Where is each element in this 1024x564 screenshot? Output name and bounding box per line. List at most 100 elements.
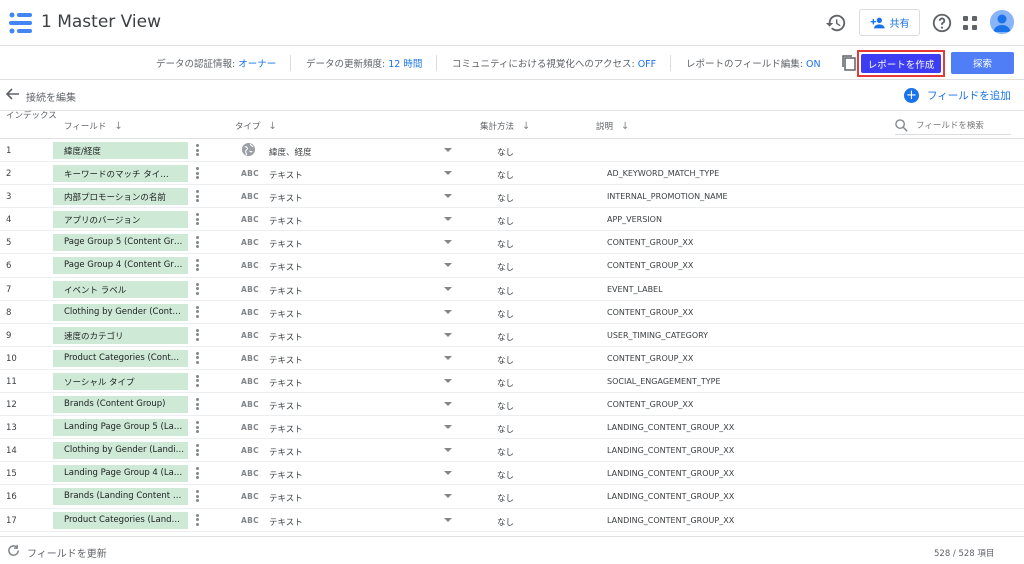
type-dropdown-arrow-icon[interactable] <box>444 171 452 176</box>
aggregation-value[interactable]: なし <box>497 192 514 204</box>
more-vert-icon[interactable] <box>194 444 200 457</box>
more-vert-icon[interactable] <box>194 236 200 249</box>
type-dropdown-arrow-icon[interactable] <box>444 425 452 430</box>
type-dropdown-arrow-icon[interactable] <box>444 263 452 268</box>
more-vert-icon[interactable] <box>194 374 200 388</box>
field-description[interactable]: SOCIAL_ENGAGEMENT_TYPE <box>607 377 721 386</box>
field-name-chip[interactable]: Clothing by Gender (Landi… <box>53 442 188 460</box>
aggregation-value[interactable]: なし <box>497 285 514 297</box>
field-description[interactable]: CONTENT_GROUP_XX <box>607 308 693 317</box>
field-type-label[interactable]: テキスト <box>269 261 303 273</box>
field-description[interactable]: LANDING_CONTENT_GROUP_XX <box>607 446 734 455</box>
sort-arrow-icon[interactable]: ↓ <box>114 121 122 132</box>
field-description[interactable]: LANDING_CONTENT_GROUP_XX <box>607 469 734 478</box>
more-vert-icon[interactable] <box>194 513 200 527</box>
field-name-chip[interactable]: 内部プロモーションの名前 <box>53 188 188 206</box>
field-name-chip[interactable]: Landing Page Group 4 (La… <box>53 465 188 483</box>
field-name-chip[interactable]: イベント ラベル <box>53 280 188 298</box>
community-value[interactable]: OFF <box>638 59 656 70</box>
field-description[interactable]: EVENT_LABEL <box>607 285 663 294</box>
column-header-type[interactable]: タイプ ↓ <box>235 120 277 132</box>
type-dropdown-arrow-icon[interactable] <box>444 471 452 476</box>
aggregation-value[interactable]: なし <box>497 377 514 389</box>
add-field-button[interactable]: + フィールドを追加 <box>904 88 1011 103</box>
avatar[interactable] <box>990 10 1014 34</box>
apps-grid-icon[interactable] <box>961 14 979 32</box>
field-type-label[interactable]: テキスト <box>269 285 303 297</box>
field-name-chip[interactable]: Brands (Content Group) <box>53 396 188 414</box>
type-dropdown-arrow-icon[interactable] <box>444 309 452 314</box>
aggregation-value[interactable]: なし <box>497 446 514 458</box>
search-input[interactable] <box>916 120 1006 131</box>
refresh-icon[interactable] <box>7 544 20 557</box>
field-type-label[interactable]: テキスト <box>269 354 303 366</box>
aggregation-value[interactable]: なし <box>497 169 514 181</box>
field-type-label[interactable]: テキスト <box>269 423 303 435</box>
field-name-chip[interactable]: 速度のカテゴリ <box>53 326 188 344</box>
field-name-chip[interactable]: Product Categories (Cont… <box>53 349 188 367</box>
field-edit-value[interactable]: ON <box>806 59 821 70</box>
field-type-label[interactable]: テキスト <box>269 492 303 504</box>
history-icon[interactable] <box>825 12 847 34</box>
field-type-label[interactable]: テキスト <box>269 377 303 389</box>
field-name-chip[interactable]: キーワードのマッチ タイ… <box>53 165 188 183</box>
field-description[interactable]: CONTENT_GROUP_XX <box>607 238 693 247</box>
column-header-field[interactable]: フィールド ↓ <box>64 120 123 132</box>
field-type-label[interactable]: テキスト <box>269 192 303 204</box>
help-icon[interactable] <box>931 12 953 34</box>
field-type-label[interactable]: テキスト <box>269 446 303 458</box>
field-description[interactable]: INTERNAL_PROMOTION_NAME <box>607 192 728 201</box>
column-header-index[interactable]: インデックス <box>6 111 57 122</box>
back-arrow-icon[interactable] <box>6 87 20 101</box>
more-vert-icon[interactable] <box>194 259 200 272</box>
field-description[interactable]: LANDING_CONTENT_GROUP_XX <box>607 516 734 525</box>
type-dropdown-arrow-icon[interactable] <box>444 240 452 245</box>
type-dropdown-arrow-icon[interactable] <box>444 378 452 383</box>
field-name-chip[interactable]: アプリのバージョン <box>53 211 188 229</box>
refresh-value[interactable]: 12 時間 <box>388 59 422 70</box>
type-dropdown-arrow-icon[interactable] <box>444 355 452 360</box>
more-vert-icon[interactable] <box>194 190 200 203</box>
field-name-chip[interactable]: Page Group 4 (Content Gr… <box>53 257 188 275</box>
field-name-chip[interactable]: Page Group 5 (Content Gr… <box>53 234 188 252</box>
field-type-label[interactable]: テキスト <box>269 400 303 412</box>
more-vert-icon[interactable] <box>194 490 200 503</box>
aggregation-value[interactable]: なし <box>497 261 514 273</box>
field-description[interactable]: USER_TIMING_CATEGORY <box>607 331 708 340</box>
type-dropdown-arrow-icon[interactable] <box>444 194 452 199</box>
sort-arrow-icon[interactable]: ↓ <box>269 121 277 132</box>
field-description[interactable]: CONTENT_GROUP_XX <box>607 400 693 409</box>
field-name-chip[interactable]: Product Categories (Land… <box>53 511 188 529</box>
field-description[interactable]: CONTENT_GROUP_XX <box>607 261 693 270</box>
field-name-chip[interactable]: 緯度/経度 <box>53 142 188 159</box>
aggregation-value[interactable]: なし <box>497 400 514 412</box>
aggregation-value[interactable]: なし <box>497 238 514 250</box>
type-dropdown-arrow-icon[interactable] <box>444 517 452 522</box>
column-header-description[interactable]: 説明 ↓ <box>596 120 629 132</box>
field-type-label[interactable]: テキスト <box>269 516 303 528</box>
field-name-chip[interactable]: Landing Page Group 5 (La… <box>53 419 188 437</box>
type-dropdown-arrow-icon[interactable] <box>444 402 452 407</box>
type-dropdown-arrow-icon[interactable] <box>444 448 452 453</box>
field-description[interactable]: AD_KEYWORD_MATCH_TYPE <box>607 169 719 178</box>
column-header-aggregation[interactable]: 集計方法 ↓ <box>480 120 530 132</box>
aggregation-value[interactable]: なし <box>497 215 514 227</box>
field-description[interactable]: CONTENT_GROUP_XX <box>607 354 693 363</box>
aggregation-value[interactable]: なし <box>497 331 514 343</box>
more-vert-icon[interactable] <box>194 328 200 342</box>
more-vert-icon[interactable] <box>194 467 200 480</box>
field-name-chip[interactable]: Brands (Landing Content … <box>53 488 188 506</box>
aggregation-value[interactable]: なし <box>497 354 514 366</box>
type-dropdown-arrow-icon[interactable] <box>444 148 452 152</box>
more-vert-icon[interactable] <box>194 144 200 157</box>
explore-button[interactable]: 探索 <box>951 52 1014 74</box>
field-type-label[interactable]: 緯度、経度 <box>269 146 312 158</box>
share-button[interactable]: 共有 <box>859 9 920 36</box>
field-type-label[interactable]: テキスト <box>269 238 303 250</box>
field-type-label[interactable]: テキスト <box>269 215 303 227</box>
aggregation-value[interactable]: なし <box>497 492 514 504</box>
field-type-label[interactable]: テキスト <box>269 308 303 320</box>
field-name-chip[interactable]: Clothing by Gender (Cont… <box>53 303 188 321</box>
more-vert-icon[interactable] <box>194 351 200 365</box>
type-dropdown-arrow-icon[interactable] <box>444 286 452 291</box>
